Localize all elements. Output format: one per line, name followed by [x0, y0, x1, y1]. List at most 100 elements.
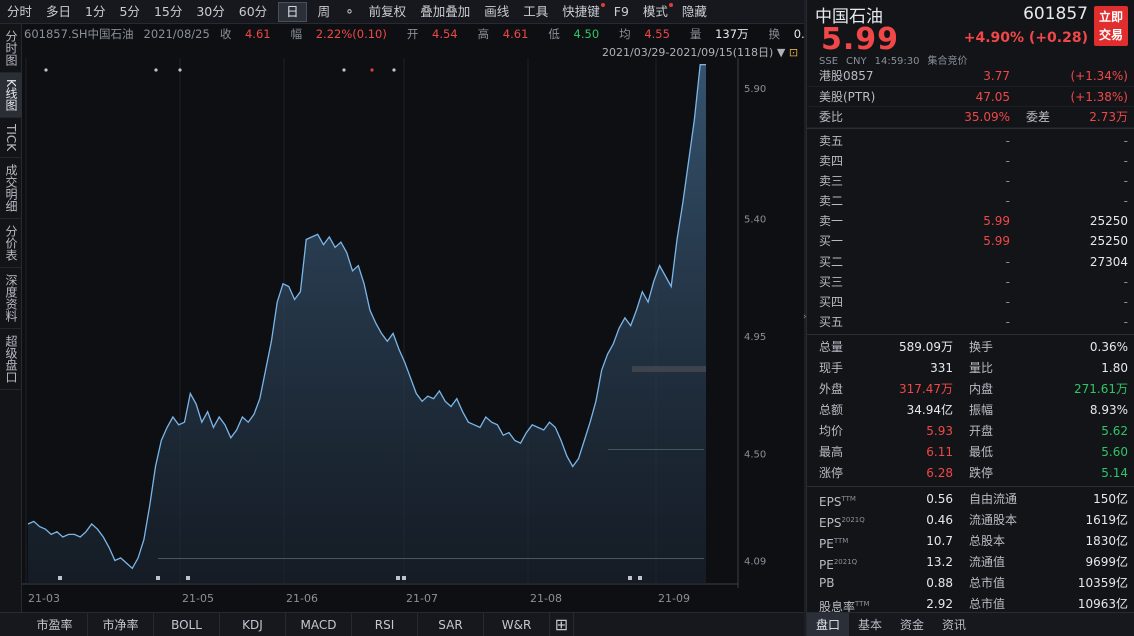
us-quote-row[interactable]: 美股(PTR) 47.05 (+1.38%)	[807, 87, 1134, 107]
order-price: -	[1005, 315, 1010, 330]
stat-value: 5.14	[1101, 466, 1128, 481]
toolbar-button-15[interactable]: F9	[607, 0, 636, 24]
quote-panel-tab-2[interactable]: 资金	[891, 613, 933, 636]
dividend-marker-icon	[402, 576, 406, 580]
stat-label: 均价	[819, 424, 844, 439]
fundamentals: EPSTTM 0.56 自由流通 150亿 EPS2021Q 0.46 流通股本 1619亿 P…	[807, 486, 1134, 617]
toolbar-button-label: 画线	[484, 3, 510, 19]
toolbar-button-0[interactable]: 分时	[0, 0, 39, 24]
fundamental-label: PETTM	[819, 531, 879, 552]
toolbar-button-2[interactable]: 1分	[78, 0, 112, 24]
trade-now-button[interactable]: 立即交易	[1094, 6, 1128, 46]
view-tab-label: 成交明细	[4, 164, 18, 212]
high-label: 高	[477, 27, 490, 41]
fundamental-row: PETTM 10.7 总股本 1830亿	[807, 531, 1134, 552]
order-book-row[interactable]: 买三 - -	[807, 272, 1134, 292]
indicator-tab-3[interactable]: KDJ	[220, 612, 286, 636]
toolbar-button-13[interactable]: 工具	[516, 0, 555, 24]
kline-chart[interactable]: 2021/03/29-2021/09/15(118日) ▼ ⊡ 5.90 5.40…	[22, 44, 804, 612]
order-level-label: 买一	[819, 234, 844, 249]
order-book-row[interactable]: 卖三 - -	[807, 171, 1134, 191]
quote-panel-tab-3[interactable]: 资讯	[933, 613, 975, 636]
toolbar-button-11[interactable]: 叠加叠加	[413, 0, 477, 24]
toolbar-button-17[interactable]: 隐藏	[675, 0, 714, 24]
view-tab-3[interactable]: 成交明细	[0, 158, 22, 219]
chevron-down-icon[interactable]: ▼	[777, 46, 789, 59]
trade-stat-row: 涨停 6.28 跌停 5.14	[807, 463, 1134, 484]
toolbar-button-12[interactable]: 画线	[477, 0, 516, 24]
open-value: 4.54	[432, 27, 458, 41]
order-level-label: 卖三	[819, 173, 844, 188]
toolbar-button-4[interactable]: 15分	[147, 0, 189, 24]
quote-panel-tab-0[interactable]: 盘口	[807, 613, 850, 636]
view-tab-4[interactable]: 分价表	[0, 219, 22, 268]
quote-panel-tabs: 盘口 基本 资金 资讯	[807, 612, 1134, 636]
toolbar-button-6[interactable]: 60分	[232, 0, 274, 24]
x-tick-label: 21-05	[182, 592, 214, 605]
fundamental-row: PB 0.88 总市值 10359亿	[807, 573, 1134, 594]
quote-panel-tab-1[interactable]: 基本	[849, 613, 891, 636]
indicator-tab-4[interactable]: MACD	[286, 612, 352, 636]
order-volume: -	[1123, 194, 1128, 209]
toolbar-button-label: 30分	[196, 3, 225, 19]
order-level-label: 卖一	[819, 214, 844, 229]
x-tick-label: 21-03	[28, 592, 60, 605]
vol-value: 137万	[715, 27, 749, 41]
avg-value: 4.55	[644, 27, 670, 41]
event-marker-icon	[370, 68, 374, 72]
toolbar-button-5[interactable]: 30分	[189, 0, 231, 24]
toolbar-button-label: 日	[286, 3, 299, 19]
indicator-tab-1[interactable]: 市净率	[88, 612, 154, 636]
fundamental-value: 0.56	[926, 492, 953, 507]
toolbar-button-9[interactable]: ⚬	[337, 0, 361, 24]
low-label: 低	[548, 27, 560, 41]
order-book-row[interactable]: 买四 - -	[807, 292, 1134, 312]
view-tab-2[interactable]: TICK	[0, 118, 22, 158]
lock-icon[interactable]: ⊡	[789, 46, 798, 59]
toolbar-button-label: 前复权	[368, 3, 407, 19]
toolbar-button-label: 5分	[119, 3, 140, 19]
view-tab-1[interactable]: K线图	[0, 73, 22, 118]
add-indicator-icon[interactable]: ⊞	[550, 612, 574, 636]
view-tab-label: 分时图	[4, 30, 18, 66]
view-tab-5[interactable]: 深度资料	[0, 268, 22, 329]
fundamental-value: 10.7	[926, 534, 953, 549]
toolbar-button-label: ⚬	[344, 3, 355, 19]
indicator-tab-7[interactable]: W&R	[484, 612, 550, 636]
order-volume: 25250	[1089, 234, 1128, 249]
indicator-tab-5[interactable]: RSI	[352, 612, 418, 636]
order-book-row[interactable]: 买一 5.99 25250	[807, 231, 1134, 251]
y-tick-label: 4.95	[744, 332, 766, 343]
trade-stat-row: 外盘 317.47万 内盘 271.61万	[807, 379, 1134, 400]
indicator-tab-2[interactable]: BOLL	[154, 612, 220, 636]
order-book-row[interactable]: 卖二 - -	[807, 191, 1134, 211]
event-marker-icon	[178, 68, 182, 72]
indicator-tab-0[interactable]: 市盈率	[22, 612, 88, 636]
toolbar-button-10[interactable]: 前复权	[362, 0, 414, 24]
view-tab-0[interactable]: 分时图	[0, 24, 22, 73]
x-tick-label: 21-09	[658, 592, 690, 605]
order-book-row[interactable]: 卖一 5.99 25250	[807, 211, 1134, 231]
order-book-row[interactable]: 卖四 - -	[807, 151, 1134, 171]
view-tab-6[interactable]: 超级盘口	[0, 329, 22, 390]
toolbar-button-3[interactable]: 5分	[112, 0, 146, 24]
order-book-row[interactable]: 买五 - -	[807, 312, 1134, 332]
stock-code: 601857	[1023, 4, 1088, 24]
order-book-row[interactable]: 买二 - 27304	[807, 252, 1134, 272]
toolbar-button-7[interactable]: 日	[278, 1, 307, 22]
quote-panel: 中国石油 601857 5.99 +4.90% (+0.28) 立即交易 SSE…	[806, 0, 1134, 636]
order-book-row[interactable]: 卖五 - -	[807, 131, 1134, 151]
toolbar-button-14[interactable]: 快捷键	[555, 0, 607, 24]
fundamental-label-text: PE	[819, 537, 834, 552]
toolbar-button-8[interactable]: 周	[311, 0, 338, 24]
toolbar-button-16[interactable]: 模式	[636, 0, 675, 24]
stat-value: 0.36%	[1089, 340, 1128, 355]
date-range-selector[interactable]: 2021/03/29-2021/09/15(118日) ▼ ⊡	[602, 44, 798, 60]
indicator-tab-6[interactable]: SAR	[418, 612, 484, 636]
event-marker-icon	[342, 68, 346, 72]
y-tick-label: 4.09	[744, 557, 766, 568]
stat-label: 跌停	[969, 466, 994, 481]
view-tabs: 分时图 K线图 TICK 成交明细分价表 深度资料 超级盘口	[0, 24, 22, 612]
hk-quote-row[interactable]: 港股0857 3.77 (+1.34%)	[807, 66, 1134, 87]
toolbar-button-1[interactable]: 多日	[39, 0, 78, 24]
